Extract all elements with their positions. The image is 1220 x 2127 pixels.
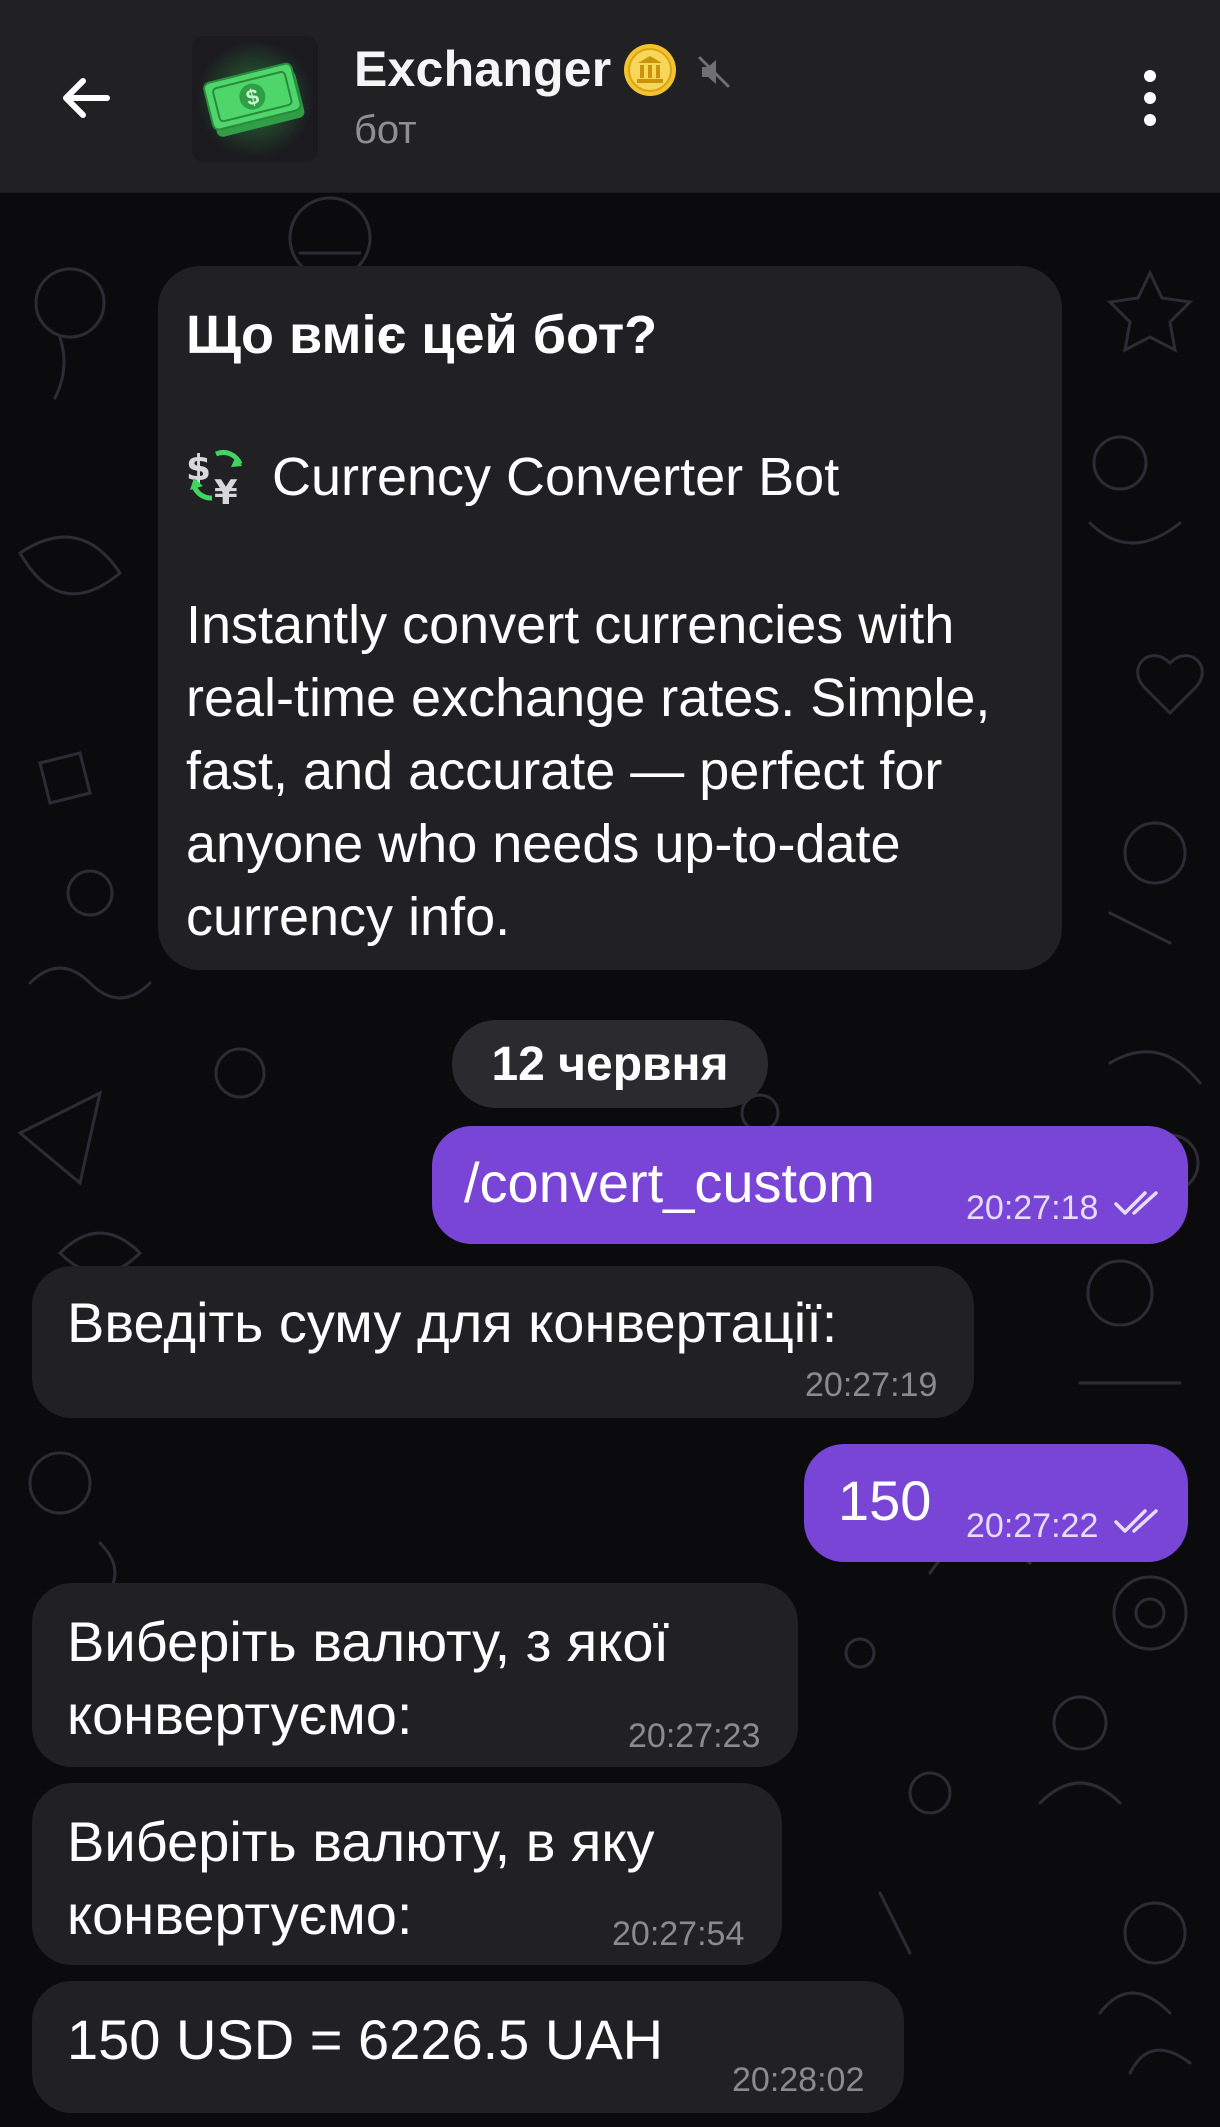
message-incoming[interactable]: Виберіть валюту, в яку конвертуємо: 20:2…	[32, 1783, 782, 1965]
message-text: 150	[838, 1469, 932, 1532]
svg-text:¥: ¥	[214, 473, 238, 508]
message-time: 20:27:23	[628, 1717, 761, 1755]
chat-subtitle: бот	[354, 108, 417, 152]
date-separator: 12 червня	[452, 1020, 768, 1108]
double-check-icon	[1114, 1509, 1158, 1533]
message-text-line2: конвертуємо:	[67, 1683, 413, 1746]
more-options-button[interactable]	[1120, 62, 1180, 134]
message-incoming[interactable]: 150 USD = 6226.5 UAH 20:28:02	[32, 1981, 904, 2113]
message-incoming[interactable]: Введіть суму для конвертації: 20:27:19	[32, 1266, 974, 1418]
message-text-line1: Виберіть валюту, з якої	[67, 1610, 670, 1673]
chat-header: $ Exchanger бот	[0, 0, 1220, 193]
bot-description-title: Що вміє цей бот?	[186, 305, 658, 365]
message-text-line2: конвертуємо:	[67, 1883, 413, 1946]
arrow-left-icon	[63, 78, 110, 118]
muted-speaker-icon	[698, 56, 730, 88]
message-time: 20:27:22	[966, 1507, 1099, 1545]
message-incoming[interactable]: Виберіть валюту, з якої конвертуємо: 20:…	[32, 1583, 798, 1767]
message-outgoing[interactable]: /convert_custom 20:27:18	[432, 1126, 1188, 1244]
currency-exchange-icon: $ ¥	[186, 448, 243, 508]
message-text: 150 USD = 6226.5 UAH	[67, 2008, 664, 2071]
message-text: /convert_custom	[464, 1151, 875, 1214]
double-check-icon	[1114, 1191, 1158, 1215]
message-text: Введіть суму для конвертації:	[67, 1291, 838, 1354]
date-separator-label: 12 червня	[491, 1037, 729, 1091]
chat-area[interactable]: Що вміє цей бот? $ ¥ Currency Converter …	[0, 193, 1220, 2127]
message-time: 20:28:02	[732, 2061, 865, 2099]
message-time: 20:27:54	[612, 1915, 745, 1953]
message-text-line1: Виберіть валюту, в яку	[67, 1810, 655, 1873]
coin-badge-icon	[624, 44, 676, 96]
bot-description-heading: Currency Converter Bot	[272, 447, 840, 507]
bot-description-card: Що вміє цей бот? $ ¥ Currency Converter …	[158, 266, 1062, 970]
money-icon: $	[192, 36, 318, 162]
chat-title[interactable]: Exchanger	[354, 40, 611, 98]
bot-description-heading-row: $ ¥ Currency Converter Bot	[186, 446, 839, 508]
message-time: 20:27:19	[805, 1366, 938, 1404]
message-time: 20:27:18	[966, 1189, 1099, 1227]
back-button[interactable]	[40, 58, 130, 138]
message-outgoing[interactable]: 150 20:27:22	[804, 1444, 1188, 1562]
bot-description-body: Instantly convert currencies with real-t…	[186, 595, 991, 947]
bot-avatar[interactable]: $	[192, 36, 318, 162]
more-vertical-icon	[1144, 70, 1156, 126]
